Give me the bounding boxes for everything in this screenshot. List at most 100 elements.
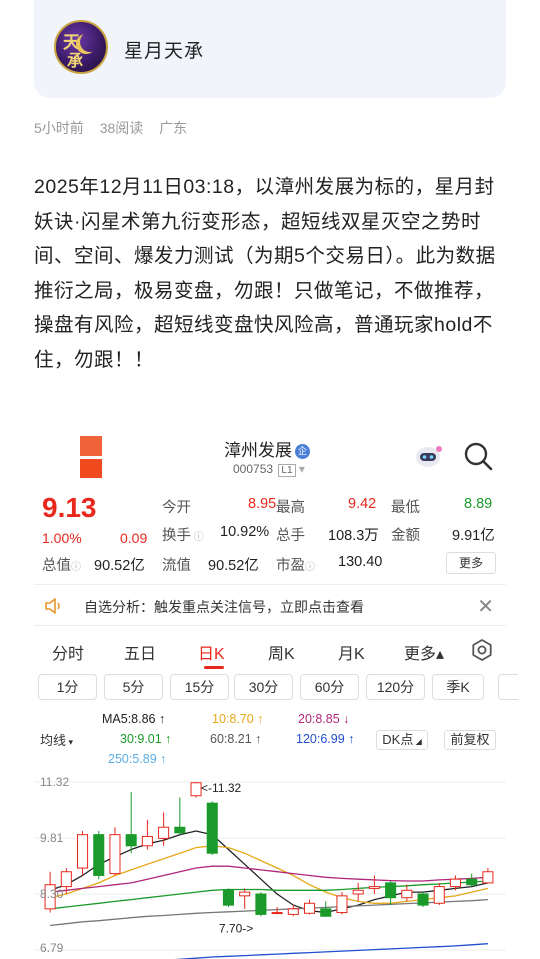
candle-body <box>320 908 332 917</box>
quote-turnover-value: 10.92% <box>220 524 270 540</box>
tab-weekly-k[interactable]: 周K <box>268 640 295 664</box>
y-tick-label: 6.79 <box>40 941 64 955</box>
candle-body <box>401 889 413 899</box>
period-5min[interactable]: 5分 <box>104 674 163 700</box>
chevron-down-icon: ▾ <box>298 462 305 476</box>
candle-body <box>141 836 153 847</box>
quote-label: 今开 <box>162 500 191 516</box>
close-icon[interactable]: ✕ <box>477 594 494 619</box>
enterprise-badge: 企 <box>295 444 310 459</box>
candle-body <box>174 826 186 834</box>
ma60-label: 60:8.21 ↑ <box>210 732 262 746</box>
quote-label: 最低 <box>391 500 420 516</box>
candle <box>482 868 494 884</box>
more-quotes-button[interactable]: 更多 <box>446 552 496 574</box>
ma250-label: 250:5.89 ↑ <box>108 752 167 766</box>
candle-body <box>417 893 429 906</box>
article-meta: 5小时前 38阅读 广东 <box>34 118 199 138</box>
search-icon[interactable] <box>462 440 494 472</box>
candle-body <box>239 891 251 897</box>
change-amount: 0.09 <box>120 530 148 546</box>
analysis-notice[interactable]: 自选分析：触发重点关注信号，立即点击查看 ✕ <box>34 584 506 626</box>
ma-line-ma120 <box>174 943 488 959</box>
period-overflow[interactable] <box>498 674 518 700</box>
quote-label: 流值 <box>162 558 191 574</box>
candle <box>417 892 429 907</box>
market-level: L1 <box>278 464 296 477</box>
candle-body <box>385 882 397 899</box>
candle-body <box>77 834 89 869</box>
period-1min[interactable]: 1分 <box>38 674 97 700</box>
info-icon: ⓘ <box>71 562 81 573</box>
location: 广东 <box>159 120 188 136</box>
candle-body <box>93 834 105 876</box>
candle-body <box>466 878 478 886</box>
period-quarter-k[interactable]: 季K <box>432 674 484 700</box>
candle-body <box>60 871 72 888</box>
quote-label: 总手 <box>276 528 305 544</box>
tab-intraday[interactable]: 分时 <box>52 640 84 664</box>
quote-high: 最高 <box>276 496 305 517</box>
author-avatar[interactable]: 天 承 <box>54 20 108 74</box>
quote-amount-value: 9.91亿 <box>452 528 495 544</box>
quote-float-value: 90.52亿 <box>208 558 259 574</box>
indicator-select-label: 均线 <box>40 733 67 748</box>
publish-time: 5小时前 <box>34 120 84 136</box>
period-15min[interactable]: 15分 <box>170 674 229 700</box>
candle <box>125 792 137 854</box>
period-30min[interactable]: 30分 <box>234 674 293 700</box>
stock-code[interactable]: 000753 L1 ▾ <box>233 462 305 477</box>
tab-monthly-k[interactable]: 月K <box>338 640 365 664</box>
author-name[interactable]: 星月天承 <box>124 36 204 63</box>
candle <box>190 782 202 798</box>
candle <box>255 892 267 917</box>
candle-body <box>222 889 234 906</box>
author-card[interactable]: 天 承 星月天承 <box>34 0 506 98</box>
quote-amount: 金额 <box>391 524 420 545</box>
y-tick-label: 11.32 <box>40 775 69 789</box>
candle-body <box>125 834 137 847</box>
speaker-icon <box>45 598 60 614</box>
candle <box>433 882 445 906</box>
avatar-glyph: 承 <box>67 51 84 70</box>
tab-five-day[interactable]: 五日 <box>124 640 156 664</box>
quote-low-value: 8.89 <box>464 496 493 512</box>
candle <box>239 888 251 909</box>
candle-body <box>304 902 316 914</box>
tab-more[interactable]: 更多▴ <box>404 640 444 664</box>
candle-body <box>352 889 364 895</box>
stock-name-text: 漳州发展 <box>224 441 292 460</box>
quote-volume-value: 108.3万 <box>328 528 379 544</box>
candle <box>401 884 413 902</box>
notice-text: 自选分析：触发重点关注信号，立即点击查看 <box>84 599 364 615</box>
candle <box>174 797 186 835</box>
info-icon: ⓘ <box>191 532 204 543</box>
stock-logo <box>80 436 102 478</box>
adjust-button[interactable]: 前复权 <box>444 730 496 750</box>
quote-open: 今开 <box>162 496 191 517</box>
gear-icon[interactable] <box>470 638 494 662</box>
candle-body <box>255 893 267 915</box>
quote-turnover: 换手 ⓘ <box>162 524 204 545</box>
low-annotation: 7.70-> <box>219 921 253 935</box>
current-price: 9.13 <box>42 492 97 523</box>
stock-card[interactable]: 漳州发展企 000753 L1 ▾ 9.13 1.00% 0.09 今开 8.9… <box>34 426 518 959</box>
dk-point-button[interactable]: DK点 ◢ <box>376 730 428 750</box>
chart-tabs: 分时 五日 日K 周K 月K 更多▴ <box>34 632 506 670</box>
candle <box>206 801 218 856</box>
change-percent: 1.00% <box>42 530 82 546</box>
candle <box>320 901 332 917</box>
period-60min[interactable]: 60分 <box>300 674 359 700</box>
candle <box>222 888 234 907</box>
read-count: 38阅读 <box>99 120 144 136</box>
kline-chart[interactable]: 11.32 9.81 8.30 6.79 <-11.32 7.70-> <box>34 768 506 959</box>
chevron-down-icon: ▾ <box>66 737 74 747</box>
tab-daily-k[interactable]: 日K <box>198 640 225 664</box>
period-120min[interactable]: 120分 <box>366 674 425 700</box>
candle <box>93 830 105 880</box>
indicator-select[interactable]: 均线 ▾ <box>40 730 73 749</box>
candle <box>368 875 380 894</box>
candle-body <box>336 895 348 914</box>
candle-body <box>287 908 299 915</box>
robot-icon[interactable] <box>412 440 444 472</box>
